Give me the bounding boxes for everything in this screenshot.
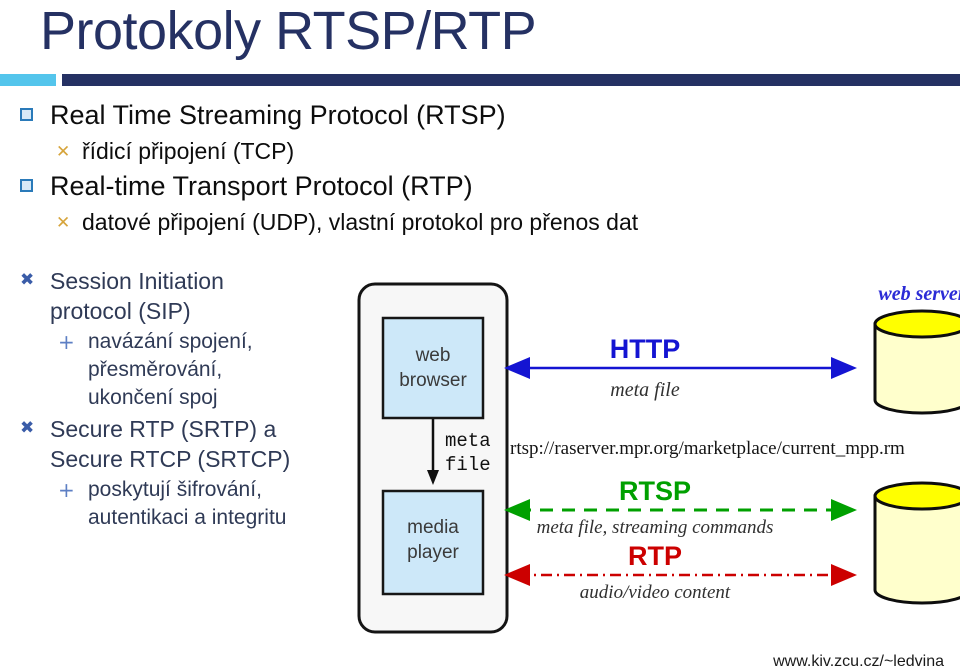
rtp-caption: audio/video content — [580, 582, 731, 603]
bullet-label: Real Time Streaming Protocol (RTSP) — [50, 100, 506, 130]
rtsp-arrowhead-right — [831, 499, 857, 521]
rtsp-architecture-diagram: web browser meta file media player HTTP … — [355, 278, 960, 646]
media-player-label-line1: media — [407, 517, 459, 538]
bullet-label: Real-time Transport Protocol (RTP) — [50, 171, 473, 201]
bullet-item-srtp: ✖ Secure RTP (SRTP) a Secure RTCP (SRTCP… — [0, 414, 350, 474]
web-browser-label-line2: browser — [399, 370, 467, 391]
bullet-label-line: protocol (SIP) — [50, 298, 191, 324]
accent-bar-dark — [62, 74, 960, 86]
plus-bullet-icon: + — [58, 478, 75, 502]
media-server-cylinder — [873, 481, 960, 605]
web-server-label: web server — [878, 283, 960, 305]
bullet-item-rtsp-tcp: ✕ řídicí připojení (TCP) — [0, 135, 660, 167]
web-browser-label-line1: web — [415, 345, 451, 366]
cross-bullet-icon: ✖ — [20, 270, 35, 290]
bullet-label-line: Session Initiation — [50, 268, 224, 294]
square-bullet-icon — [20, 179, 33, 192]
rtp-protocol-label: RTP — [628, 541, 682, 571]
meta-file-label-line1: meta — [445, 430, 491, 452]
web-browser-box — [381, 316, 485, 420]
rtsp-caption: meta file, streaming commands — [537, 517, 774, 538]
bullet-label: datové připojení (UDP), vlastní protokol… — [82, 209, 639, 235]
http-arrowhead-right — [831, 357, 857, 379]
bullet-label-line: Secure RTP (SRTP) a — [50, 416, 277, 442]
http-protocol-label: HTTP — [610, 334, 681, 364]
rtsp-protocol-label: RTSP — [619, 476, 691, 506]
web-server-cylinder — [873, 309, 960, 415]
bullet-label-line: přesměrování, — [88, 358, 223, 381]
bullet-label: řídicí připojení (TCP) — [82, 138, 295, 164]
plus-bullet-icon: + — [58, 330, 75, 354]
rtp-arrowhead-right — [831, 564, 857, 586]
bullet-item-srtp-features: + poskytují šifrování, autentikaci a int… — [0, 476, 350, 532]
bullet-label-line: poskytují šifrování, — [88, 478, 262, 501]
bullet-item-sip-functions: + navázání spojení, přesměrování, ukonče… — [0, 328, 350, 412]
rtsp-url: rtsp://raserver.mpr.org/marketplace/curr… — [510, 438, 905, 459]
page-title: Protokoly RTSP/RTP — [40, 1, 537, 61]
bullet-label-line: navázání spojení, — [88, 330, 253, 353]
bullet-label-line: Secure RTCP (SRTCP) — [50, 446, 291, 472]
bullet-label-line: ukončení spoj — [88, 386, 218, 409]
cross-bullet-icon: ✖ — [20, 418, 35, 438]
footer-url: www.kiv.zcu.cz/~ledvina — [773, 653, 944, 670]
bullet-list: Real Time Streaming Protocol (RTSP) ✕ ří… — [0, 96, 660, 238]
meta-file-label-line2: file — [445, 454, 491, 476]
cross-bullet-icon: ✕ — [56, 213, 71, 233]
http-caption: meta file — [610, 379, 680, 401]
narrow-bullet-list: ✖ Session Initiation protocol (SIP) + na… — [0, 266, 350, 534]
cross-bullet-icon: ✕ — [56, 142, 71, 162]
bullet-item-rtp-udp: ✕ datové připojení (UDP), vlastní protok… — [0, 206, 660, 238]
media-player-label-line2: player — [407, 542, 459, 563]
bullet-item-rtp: Real-time Transport Protocol (RTP) — [0, 167, 660, 206]
bullet-item-sip: ✖ Session Initiation protocol (SIP) — [0, 266, 350, 326]
bullet-item-rtsp: Real Time Streaming Protocol (RTSP) — [0, 96, 660, 135]
bullet-label-line: autentikaci a integritu — [88, 506, 287, 529]
accent-bar-light — [0, 74, 56, 86]
square-bullet-icon — [20, 108, 33, 121]
